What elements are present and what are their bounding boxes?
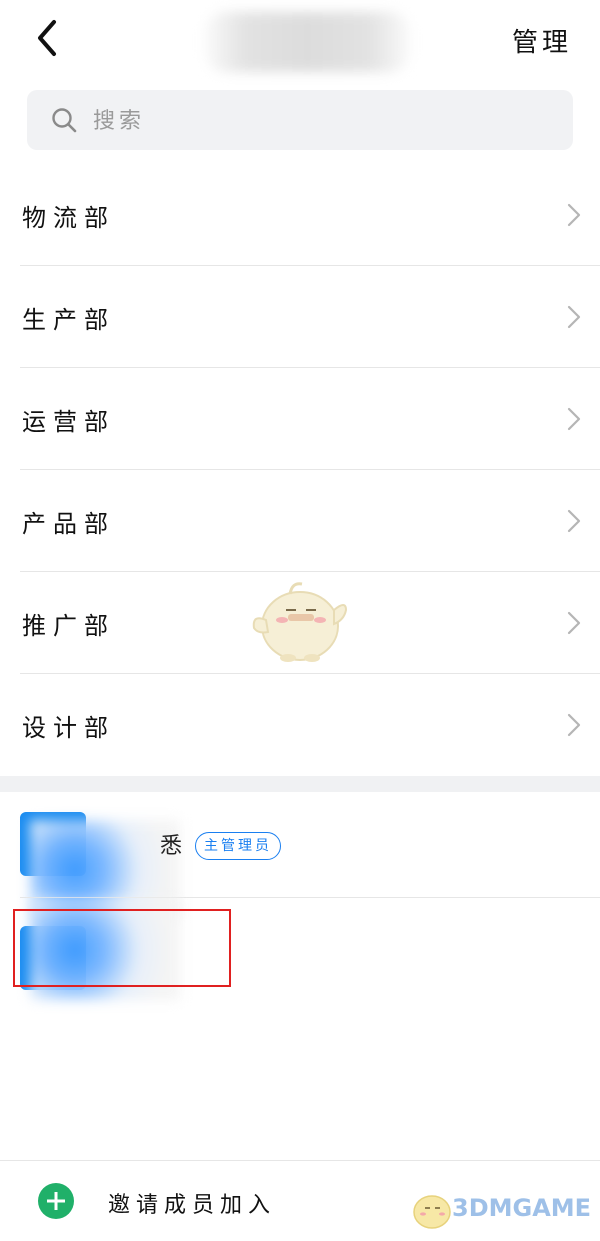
department-label: 运营部 xyxy=(22,408,115,436)
search-bar[interactable] xyxy=(27,90,573,150)
search-input[interactable] xyxy=(91,100,555,142)
highlight-box xyxy=(13,909,231,987)
department-item[interactable]: 产品部 xyxy=(0,470,600,572)
department-label: 生产部 xyxy=(22,306,115,334)
invite-member-label: 邀请成员加入 xyxy=(108,1193,277,1218)
department-item[interactable]: 运营部 xyxy=(0,368,600,470)
department-label: 物流部 xyxy=(22,204,115,232)
department-list: 物流部 生产部 运营部 产品部 推广部 设计部 xyxy=(0,164,600,776)
department-label: 设计部 xyxy=(22,714,115,742)
page-title-blurred xyxy=(205,12,410,72)
plus-icon[interactable] xyxy=(38,1183,74,1219)
chevron-right-icon xyxy=(567,509,581,533)
department-item[interactable]: 生产部 xyxy=(0,266,600,368)
chevron-right-icon xyxy=(567,713,581,737)
chevron-right-icon xyxy=(567,203,581,227)
chevron-right-icon xyxy=(567,611,581,635)
member-row[interactable]: 悉 主管理员 xyxy=(0,794,600,920)
member-name-suffix: 悉 xyxy=(160,834,183,859)
mascot-watermark xyxy=(252,582,348,662)
department-label: 推广部 xyxy=(22,612,115,640)
top-bar: 管理 xyxy=(0,0,600,80)
department-label: 产品部 xyxy=(22,510,115,538)
back-button[interactable] xyxy=(30,14,70,62)
chevron-right-icon xyxy=(567,407,581,431)
admin-badge: 主管理员 xyxy=(195,832,281,860)
chevron-left-icon xyxy=(38,20,56,56)
site-watermark: 3DMGAME xyxy=(408,1184,594,1236)
watermark-text: 3DMGAME xyxy=(452,1194,592,1222)
manage-button[interactable]: 管理 xyxy=(512,22,572,59)
mascot-logo-icon xyxy=(413,1195,451,1229)
department-item[interactable]: 设计部 xyxy=(0,674,600,776)
chevron-right-icon xyxy=(567,305,581,329)
department-item[interactable]: 物流部 xyxy=(0,164,600,266)
section-divider xyxy=(0,776,600,792)
search-icon xyxy=(52,108,77,133)
